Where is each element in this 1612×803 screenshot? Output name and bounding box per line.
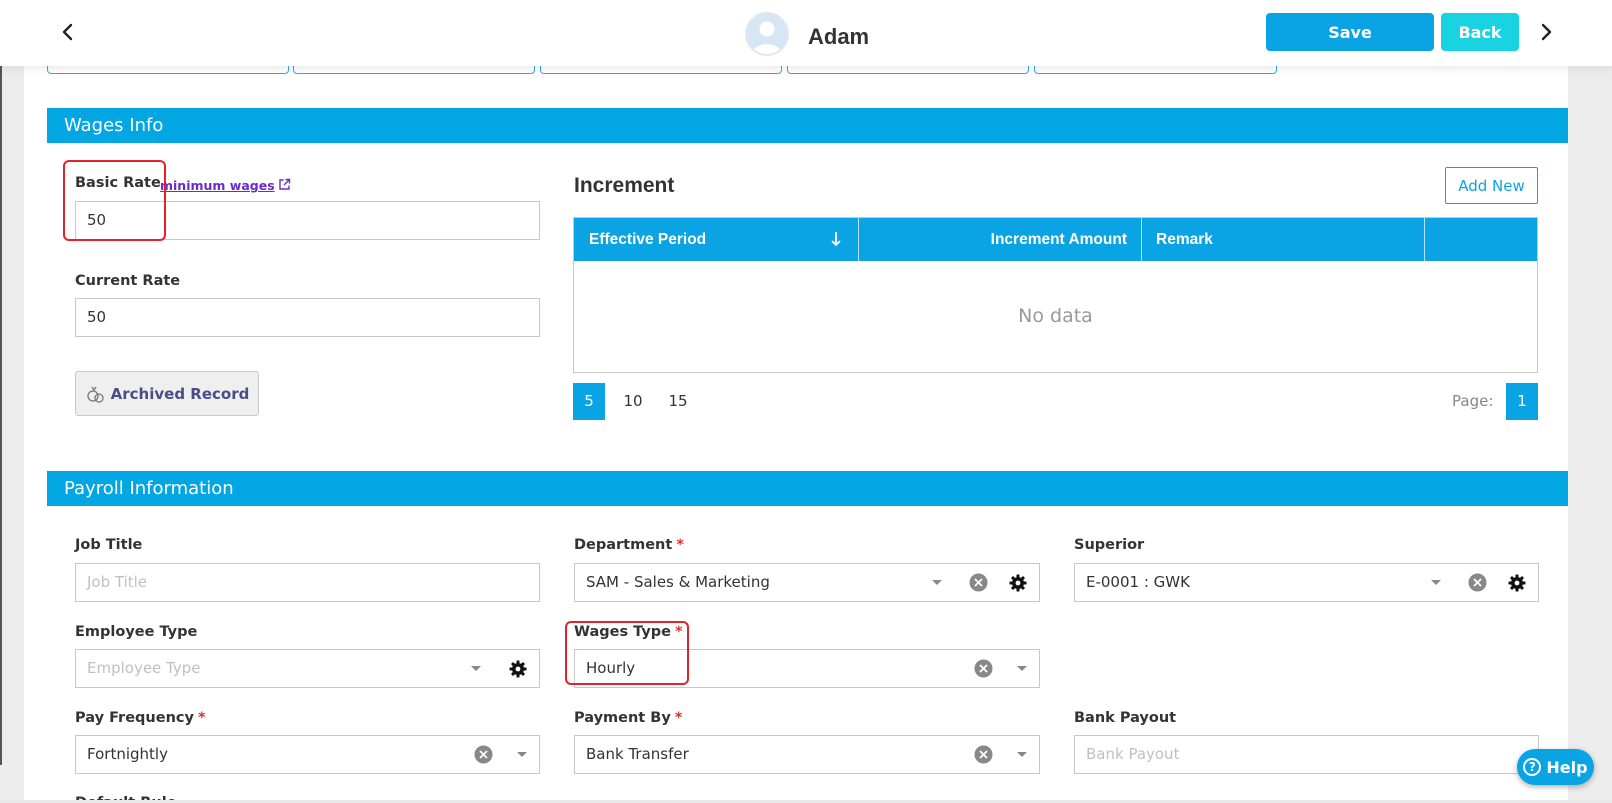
- basic-rate-input[interactable]: 50: [75, 201, 540, 240]
- chevron-down-icon[interactable]: [1424, 564, 1448, 601]
- chevron-right-icon: [1541, 23, 1552, 41]
- chevron-down-icon[interactable]: [510, 736, 534, 773]
- increment-grid: Effective Period Increment Amount Remark…: [573, 217, 1538, 373]
- required-marker: *: [197, 710, 206, 726]
- pay-frequency-label-text: Pay Frequency: [75, 710, 194, 726]
- bank-payout-select[interactable]: Bank Payout: [1074, 735, 1539, 774]
- clear-icon[interactable]: [965, 564, 991, 601]
- employee-type-select[interactable]: Employee Type: [75, 649, 540, 688]
- payroll-information-section-header: Payroll Information: [47, 471, 1568, 506]
- user-silhouette-icon: [752, 21, 782, 54]
- pay-frequency-select[interactable]: Fortnightly: [75, 735, 540, 774]
- wages-info-section-header: Wages Info: [47, 108, 1568, 143]
- job-title-label: Job Title: [75, 537, 143, 553]
- payment-by-label-text: Payment By: [574, 710, 671, 726]
- money-bag-icon: [87, 386, 104, 403]
- payment-by-value: Bank Transfer: [586, 745, 689, 763]
- next-employee-button[interactable]: [1534, 18, 1558, 46]
- required-marker: *: [676, 537, 684, 553]
- column-effective-period[interactable]: Effective Period: [574, 218, 859, 261]
- page-size-10[interactable]: 10: [617, 383, 649, 420]
- clear-icon[interactable]: [1464, 564, 1490, 601]
- chevron-left-icon: [62, 23, 73, 41]
- department-value: SAM - Sales & Marketing: [586, 573, 770, 591]
- top-bar: Adam Save Back: [0, 0, 1612, 66]
- clear-icon[interactable]: [970, 650, 996, 687]
- back-button[interactable]: Back: [1441, 13, 1519, 51]
- page-number-1[interactable]: 1: [1506, 383, 1538, 420]
- gear-icon[interactable]: [505, 650, 531, 687]
- payment-by-label: Payment By *: [574, 710, 682, 726]
- basic-rate-label: Basic Rate: [75, 175, 161, 191]
- page-label: Page:: [1452, 392, 1494, 410]
- bank-payout-placeholder: Bank Payout: [1086, 745, 1180, 763]
- save-button[interactable]: Save: [1266, 13, 1434, 51]
- superior-select[interactable]: E-0001 : GWK: [1074, 563, 1539, 602]
- avatar: [745, 12, 789, 56]
- current-rate-label: Current Rate: [75, 273, 181, 289]
- previous-employee-button[interactable]: [56, 18, 80, 46]
- required-marker: *: [675, 624, 683, 640]
- sort-descending-icon[interactable]: [830, 230, 842, 248]
- empty-state: No data: [1018, 305, 1093, 327]
- minimum-wages-link[interactable]: minimum wages: [160, 178, 291, 193]
- superior-label: Superior: [1074, 537, 1145, 553]
- bank-payout-label: Bank Payout: [1074, 710, 1177, 726]
- basic-rate-value: 50: [87, 211, 107, 229]
- clear-icon[interactable]: [970, 736, 996, 773]
- current-rate-value: 50: [87, 308, 107, 326]
- wages-type-label: Wages Type *: [574, 624, 683, 640]
- wages-type-label-text: Wages Type: [574, 624, 671, 640]
- department-select[interactable]: SAM - Sales & Marketing: [574, 563, 1040, 602]
- payment-by-select[interactable]: Bank Transfer: [574, 735, 1040, 774]
- grid-header: Effective Period Increment Amount Remark: [574, 218, 1537, 261]
- employee-type-label: Employee Type: [75, 624, 198, 640]
- chevron-down-icon[interactable]: [1010, 736, 1034, 773]
- chevron-down-icon[interactable]: [925, 564, 949, 601]
- archived-record-label: Archived Record: [110, 384, 250, 403]
- employee-type-placeholder: Employee Type: [87, 659, 201, 677]
- superior-value: E-0001 : GWK: [1086, 573, 1190, 591]
- job-title-input[interactable]: Job Title: [75, 563, 540, 602]
- archived-record-button[interactable]: Archived Record: [75, 371, 259, 416]
- chevron-down-icon[interactable]: [1010, 650, 1034, 687]
- department-label: Department *: [574, 537, 684, 553]
- window-edge: [0, 0, 2, 765]
- column-remark[interactable]: Remark: [1142, 218, 1425, 261]
- column-effective-period-label: Effective Period: [589, 231, 707, 248]
- employee-name: Adam: [808, 24, 870, 49]
- external-link-icon: [278, 178, 290, 190]
- gear-icon[interactable]: [1005, 564, 1031, 601]
- current-rate-input[interactable]: 50: [75, 298, 540, 337]
- page-size-5[interactable]: 5: [573, 383, 605, 420]
- question-icon: ?: [1523, 758, 1542, 776]
- help-label: Help: [1546, 757, 1588, 777]
- minimum-wages-link-text: minimum wages: [160, 178, 275, 193]
- increment-title: Increment: [574, 174, 675, 197]
- department-label-text: Department: [574, 537, 673, 553]
- gear-icon[interactable]: [1504, 564, 1530, 601]
- add-new-button[interactable]: Add New: [1445, 167, 1538, 204]
- column-actions: [1425, 218, 1537, 261]
- page-size-15[interactable]: 15: [662, 383, 694, 420]
- wages-type-value: Hourly: [586, 659, 636, 677]
- job-title-placeholder: Job Title: [87, 573, 148, 591]
- pay-frequency-label: Pay Frequency *: [75, 710, 206, 726]
- wages-type-select[interactable]: Hourly: [574, 649, 1040, 688]
- column-increment-amount[interactable]: Increment Amount: [859, 218, 1142, 261]
- required-marker: *: [674, 710, 683, 726]
- chevron-down-icon[interactable]: [464, 650, 488, 687]
- pay-frequency-value: Fortnightly: [87, 745, 168, 763]
- clear-icon[interactable]: [470, 736, 496, 773]
- help-button[interactable]: ? Help: [1517, 749, 1594, 785]
